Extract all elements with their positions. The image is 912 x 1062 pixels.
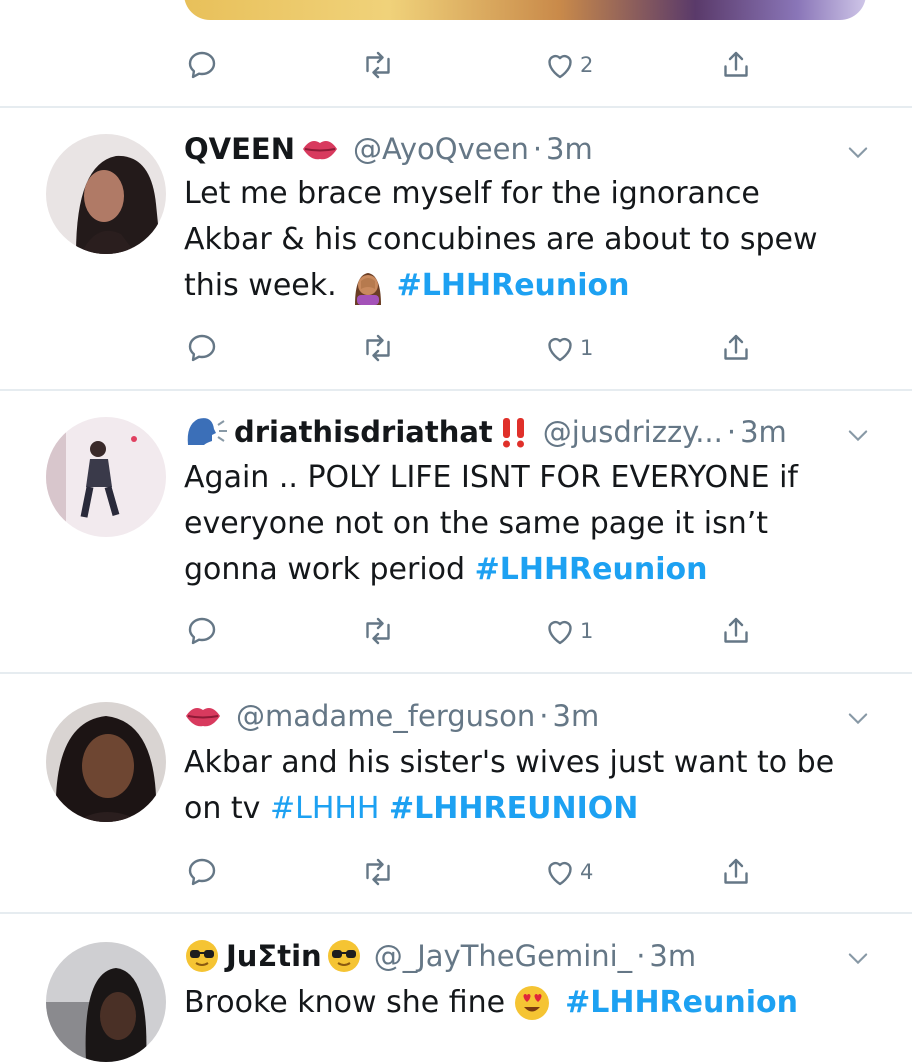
reply-button[interactable] [184, 330, 220, 366]
retweet-icon [366, 617, 390, 645]
share-icon [724, 334, 748, 360]
tweet-text: Brooke know she fine #LHHReunion [184, 980, 884, 1026]
like-button[interactable]: 1 [542, 613, 593, 649]
avatar[interactable] [46, 417, 166, 537]
retweet-button[interactable] [360, 330, 396, 366]
avatar[interactable] [46, 134, 166, 254]
like-button[interactable]: 4 [542, 854, 593, 890]
timestamp[interactable]: 3m [649, 939, 696, 973]
tweet-actions: 1 [184, 613, 784, 653]
tweet-actions: 1 [184, 330, 784, 370]
heart-eyes-emoji-icon [513, 984, 551, 1022]
hashtag-link[interactable]: #LHHH [270, 791, 380, 826]
hashtag-link[interactable]: #LHHReunion [397, 263, 630, 309]
like-count: 4 [580, 860, 594, 884]
tweet-text: Again .. POLY LIFE ISNT FOR EVERYONE if … [184, 460, 798, 587]
lips-emoji-icon [184, 700, 222, 732]
tweet-actions: 2 [184, 47, 784, 87]
user-handle[interactable]: @AyoQveen [353, 132, 529, 166]
tweet-header: JuΣtin @_JayTheGemini_ · 3m [184, 936, 842, 976]
reply-button[interactable] [184, 47, 220, 83]
tweet-header: QVEEN @AyoQveen · 3m [184, 132, 593, 166]
tweet-item[interactable]: QVEEN @AyoQveen · 3m Let me brace myself… [0, 108, 912, 390]
timestamp[interactable]: 3m [740, 415, 787, 449]
avatar[interactable] [46, 702, 166, 822]
hashtag-link[interactable]: #LHHReunion [565, 980, 798, 1026]
tweet-item[interactable]: JuΣtin @_JayTheGemini_ · 3m Brooke know … [0, 914, 912, 1062]
reply-icon [188, 858, 216, 886]
retweet-button[interactable] [360, 854, 396, 890]
user-name[interactable]: JuΣtin [226, 939, 322, 973]
tweet-item[interactable]: driathisdriathat @jusdrizzy... · 3m Agai… [0, 391, 912, 673]
tweet-text: Let me brace myself for the ignorance Ak… [184, 171, 884, 309]
tweet-actions: 4 [184, 854, 784, 894]
retweet-button[interactable] [360, 613, 396, 649]
retweet-button[interactable] [360, 47, 396, 83]
share-button[interactable] [718, 330, 754, 366]
share-button[interactable] [718, 613, 754, 649]
chevron-down-icon[interactable] [844, 704, 872, 732]
tweet-header: driathisdriathat @jusdrizzy... · 3m [184, 412, 842, 452]
reply-button[interactable] [184, 613, 220, 649]
timestamp[interactable]: 3m [553, 699, 600, 733]
reply-icon [188, 617, 216, 645]
user-handle[interactable]: @_JayTheGemini_ [374, 939, 632, 973]
reply-icon [188, 334, 216, 362]
user-name[interactable]: QVEEN [184, 132, 295, 166]
heart-icon [548, 54, 572, 79]
user-name[interactable]: driathisdriathat [234, 415, 493, 449]
tweet-header: @madame_ferguson · 3m [184, 696, 842, 736]
like-count: 1 [580, 619, 594, 643]
speaking-head-emoji-icon [184, 415, 230, 449]
like-button[interactable]: 2 [542, 47, 593, 83]
tweet-text: Akbar and his sister's wives just want t… [184, 745, 835, 826]
share-icon [724, 51, 748, 77]
heart-icon [548, 620, 572, 645]
lips-emoji-icon [301, 133, 339, 165]
facepalm-emoji-icon [349, 267, 387, 305]
timestamp[interactable]: 3m [546, 132, 593, 166]
heart-icon [548, 861, 572, 886]
share-icon [724, 617, 748, 643]
reply-icon [188, 51, 216, 79]
chevron-down-icon[interactable] [844, 138, 872, 166]
like-button[interactable]: 1 [542, 330, 593, 366]
retweet-icon [366, 858, 390, 886]
share-icon [724, 858, 748, 884]
like-count: 1 [580, 336, 594, 360]
tweet-media-image[interactable] [184, 0, 866, 20]
like-count: 2 [580, 53, 594, 77]
hashtag-link[interactable]: #LHHREUNION [389, 791, 638, 826]
chevron-down-icon[interactable] [844, 421, 872, 449]
retweet-icon [366, 51, 390, 79]
user-handle[interactable]: @madame_ferguson [236, 699, 535, 733]
chevron-down-icon[interactable] [844, 944, 872, 972]
reply-button[interactable] [184, 854, 220, 890]
retweet-icon [366, 334, 390, 362]
sunglasses-emoji-icon [326, 938, 362, 974]
hashtag-link[interactable]: #LHHReunion [475, 552, 708, 587]
share-button[interactable] [718, 854, 754, 890]
share-button[interactable] [718, 47, 754, 83]
tweet-item[interactable]: @madame_ferguson · 3m Akbar and his sist… [0, 674, 912, 912]
sunglasses-emoji-icon [184, 938, 220, 974]
heart-icon [548, 337, 572, 362]
double-exclamation-icon [499, 416, 529, 448]
user-handle[interactable]: @jusdrizzy... [543, 415, 723, 449]
avatar[interactable] [46, 942, 166, 1062]
